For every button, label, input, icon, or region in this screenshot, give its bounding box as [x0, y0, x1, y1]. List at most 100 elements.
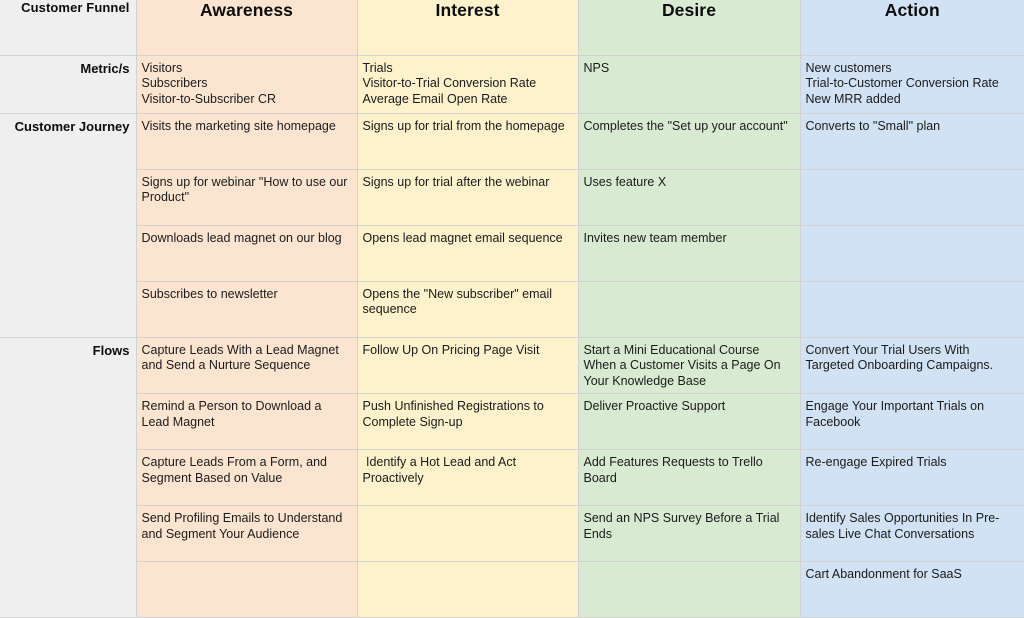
column-header-interest: Interest — [357, 0, 579, 56]
cell-text: Visitors Subscribers Visitor-to-Subscrib… — [141, 60, 277, 106]
cell-flows-interest — [357, 505, 579, 562]
cell-text — [137, 562, 357, 571]
cell-flows-desire: Deliver Proactive Support — [578, 393, 801, 450]
cell-flows-awareness: Send Profiling Emails to Understand and … — [136, 505, 358, 562]
cell-text: Signs up for trial after the webinar — [362, 174, 550, 189]
cell-text: Downloads lead magnet on our blog — [141, 230, 342, 245]
cell-text: Remind a Person to Download a Lead Magne… — [141, 399, 325, 429]
cell-text: Identify a Hot Lead and Act Proactively — [362, 455, 520, 485]
cell-text: Converts to "Small" plan — [805, 118, 941, 133]
table-row: Signs up for webinar "How to use our Pro… — [0, 169, 1024, 226]
cell-flows-action: Cart Abandonment for SaaS — [800, 561, 1024, 618]
row-group-label-flows: Flows — [0, 337, 137, 618]
table-header-row: Customer Funnel Awareness Interest Desir… — [0, 0, 1024, 56]
cell-customer-journey-interest: Signs up for trial from the homepage — [357, 113, 579, 170]
cell-text: Identify Sales Opportunities In Pre-sale… — [805, 511, 1000, 541]
cell-customer-journey-action — [800, 169, 1024, 226]
cell-customer-journey-desire: Uses feature X — [578, 169, 801, 226]
table-row: Downloads lead magnet on our blog Opens l… — [0, 225, 1024, 282]
cell-text: Signs up for trial from the homepage — [362, 118, 565, 133]
table-row: Subscribes to newsletter Opens the "New s… — [0, 281, 1024, 338]
cell-text: Opens the "New subscriber" email sequenc… — [362, 286, 556, 317]
cell-text: Send Profiling Emails to Understand and … — [141, 511, 346, 541]
customer-funnel-table: Customer Funnel Awareness Interest Desir… — [0, 0, 1024, 618]
table-row: Metric/s Visitors Subscribers Visitor-to-… — [0, 55, 1024, 114]
cell-text: Deliver Proactive Support — [583, 399, 726, 413]
cell-text: Re-engage Expired Trials — [805, 455, 947, 469]
cell-text: Trials Visitor-to-Trial Conversion Rate … — [362, 60, 537, 106]
cell-flows-action: Identify Sales Opportunities In Pre-sale… — [800, 505, 1024, 562]
cell-text: Add Features Requests to Trello Board — [583, 455, 767, 485]
cell-text: Invites new team member — [583, 230, 727, 245]
cell-text: Start a Mini Educational Course When a C… — [583, 342, 784, 388]
column-header-desire: Desire — [578, 0, 801, 56]
row-group-label-text: Metric/s — [80, 60, 130, 76]
cell-flows-interest — [357, 561, 579, 618]
cell-text: NPS — [583, 60, 610, 75]
column-header-awareness: Awareness — [136, 0, 358, 56]
cell-text — [579, 282, 800, 291]
row-group-label-text: Customer Journey — [14, 118, 130, 134]
column-header-awareness-label: Awareness — [200, 0, 293, 20]
table-row: Capture Leads From a Form, and Segment B… — [0, 449, 1024, 506]
cell-flows-desire: Send an NPS Survey Before a Trial Ends — [578, 505, 801, 562]
table-row: Send Profiling Emails to Understand and … — [0, 505, 1024, 562]
cell-text: Completes the "Set up your account" — [583, 118, 788, 133]
cell-flows-awareness: Remind a Person to Download a Lead Magne… — [136, 393, 358, 450]
column-header-interest-label: Interest — [435, 0, 500, 20]
table-row: Cart Abandonment for SaaS — [0, 561, 1024, 618]
cell-text: Convert Your Trial Users With Targeted O… — [805, 342, 994, 373]
cell-text: Subscribes to newsletter — [141, 286, 278, 301]
cell-flows-desire: Start a Mini Educational Course When a C… — [578, 337, 801, 394]
cell-metric-s-awareness: Visitors Subscribers Visitor-to-Subscrib… — [136, 55, 358, 114]
cell-flows-awareness: Capture Leads From a Form, and Segment B… — [136, 449, 358, 506]
cell-customer-journey-desire — [578, 281, 801, 338]
cell-customer-journey-awareness: Signs up for webinar "How to use our Pro… — [136, 169, 358, 226]
row-group-label-metric-s: Metric/s — [0, 55, 137, 114]
cell-flows-action: Convert Your Trial Users With Targeted O… — [800, 337, 1024, 394]
cell-text: New customers Trial-to-Customer Conversi… — [805, 60, 999, 106]
cell-flows-action: Engage Your Important Trials on Facebook — [800, 393, 1024, 450]
table-row: Customer Journey Visits the marketing sit… — [0, 113, 1024, 338]
column-header-action-label: Action — [884, 0, 940, 20]
cell-text — [358, 562, 578, 571]
cell-flows-interest: Follow Up On Pricing Page Visit — [357, 337, 579, 394]
cell-text: Cart Abandonment for SaaS — [805, 567, 962, 581]
cell-text: Send an NPS Survey Before a Trial Ends — [583, 511, 783, 541]
column-header-desire-label: Desire — [661, 0, 717, 20]
cell-text: Capture Leads With a Lead Magnet and Sen… — [141, 342, 343, 373]
column-header-action: Action — [800, 0, 1024, 56]
cell-metric-s-desire: NPS — [578, 55, 801, 114]
cell-text — [579, 562, 800, 571]
cell-flows-action: Re-engage Expired Trials — [800, 449, 1024, 506]
cell-customer-journey-desire: Completes the "Set up your account" — [578, 113, 801, 170]
cell-flows-interest: Identify a Hot Lead and Act Proactively — [357, 449, 579, 506]
cell-customer-journey-action: Converts to "Small" plan — [800, 113, 1024, 170]
column-header-customer-funnel-label: Customer Funnel — [21, 0, 130, 15]
table-row: Flows Capture Leads With a Lead Magnet an… — [0, 337, 1024, 618]
cell-customer-journey-action — [800, 281, 1024, 338]
cell-text — [801, 282, 1024, 291]
cell-customer-journey-interest: Opens lead magnet email sequence — [357, 225, 579, 282]
cell-text: Follow Up On Pricing Page Visit — [362, 342, 540, 357]
cell-text: Capture Leads From a Form, and Segment B… — [141, 455, 331, 485]
cell-customer-journey-awareness: Subscribes to newsletter — [136, 281, 358, 338]
cell-customer-journey-interest: Signs up for trial after the webinar — [357, 169, 579, 226]
cell-metric-s-interest: Trials Visitor-to-Trial Conversion Rate … — [357, 55, 579, 114]
cell-text: Uses feature X — [583, 174, 667, 189]
cell-text: Signs up for webinar "How to use our Pro… — [141, 174, 351, 205]
row-group-label-text: Flows — [92, 342, 130, 358]
cell-customer-journey-desire: Invites new team member — [578, 225, 801, 282]
cell-flows-interest: Push Unfinished Registrations to Complet… — [357, 393, 579, 450]
cell-text: Opens lead magnet email sequence — [362, 230, 563, 245]
table-row: Remind a Person to Download a Lead Magne… — [0, 393, 1024, 450]
cell-text: Visits the marketing site homepage — [141, 118, 336, 133]
cell-text: Push Unfinished Registrations to Complet… — [362, 399, 548, 429]
column-header-customer-funnel: Customer Funnel — [0, 0, 137, 56]
cell-flows-awareness — [136, 561, 358, 618]
cell-metric-s-action: New customers Trial-to-Customer Conversi… — [800, 55, 1024, 114]
cell-text — [801, 170, 1024, 179]
table-body: Metric/s Visitors Subscribers Visitor-to-… — [0, 55, 1024, 618]
cell-customer-journey-awareness: Visits the marketing site homepage — [136, 113, 358, 170]
cell-flows-desire: Add Features Requests to Trello Board — [578, 449, 801, 506]
